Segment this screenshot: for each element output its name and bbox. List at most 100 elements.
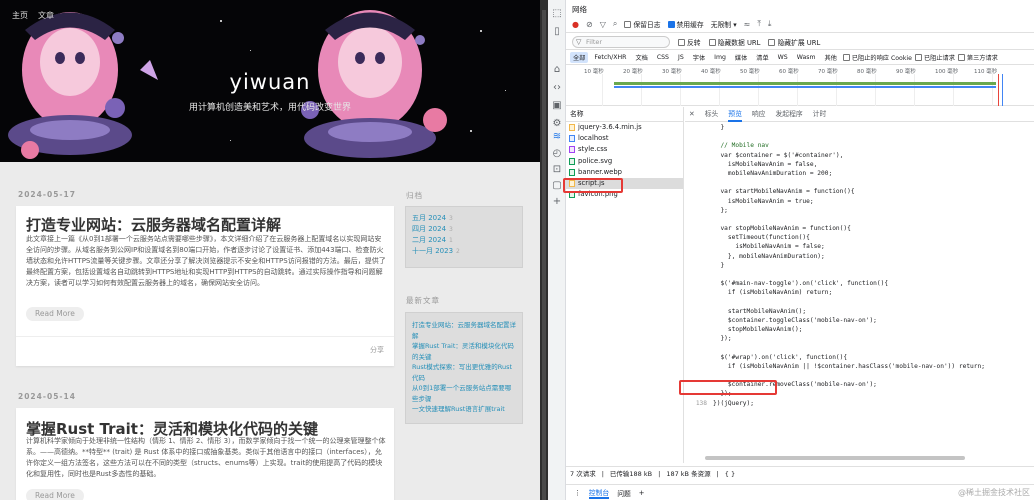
recent-post-link[interactable]: 掌握Rust Trait：灵活和模块化代码的关键 <box>412 341 516 362</box>
nav-link-home[interactable]: 主页 <box>12 10 28 21</box>
post-title[interactable]: 打造专业网站：云服务器域名配置详解 <box>26 214 281 235</box>
code-preview[interactable]: } // Mobile nav var $container = $('#con… <box>685 123 1034 455</box>
archive-link[interactable]: 四月 2024 3 <box>412 224 516 235</box>
type-filter-img[interactable]: Img <box>711 53 729 62</box>
read-more-button[interactable]: Read More <box>26 307 84 321</box>
recent-post-link[interactable]: 打造专业网站：云服务器域名配置详解 <box>412 320 516 341</box>
hide-extension-urls-checkbox[interactable]: 隐藏扩展 URL <box>768 37 820 47</box>
wifi-icon[interactable]: ≈ <box>744 20 751 29</box>
code-line: }; <box>685 206 1034 215</box>
type-filter-doc[interactable]: 文档 <box>632 52 650 63</box>
tab-initiator[interactable]: 发起程序 <box>775 107 802 122</box>
console-icon[interactable]: ▣ <box>551 100 563 112</box>
export-icon[interactable]: ⤓ <box>768 19 772 29</box>
application-icon[interactable]: ▢ <box>551 180 563 192</box>
third-party-checkbox[interactable]: 第三方请求 <box>957 53 998 62</box>
archive-label[interactable]: 四月 2024 <box>412 225 446 233</box>
recent-post-link[interactable]: 一文快速理解Rust语言扩展trait <box>412 404 516 415</box>
request-row[interactable]: style.css <box>566 144 683 155</box>
archive-label[interactable]: 十一月 2023 <box>412 247 453 255</box>
request-row[interactable]: jquery-3.6.4.min.js <box>566 122 683 133</box>
request-row[interactable]: localhost <box>566 133 683 144</box>
sources-icon[interactable]: ⚙ <box>551 118 563 130</box>
type-filter-font[interactable]: 字体 <box>690 52 708 63</box>
tab-preview[interactable]: 预览 <box>728 107 742 122</box>
archive-widget: 五月 2024 3 四月 2024 3 二月 2024 1 十一月 2023 2 <box>405 206 523 268</box>
record-icon[interactable]: ● <box>572 20 579 29</box>
recent-post-link[interactable]: Rust模式探索：写出更优雅的Rust代码 <box>412 362 516 383</box>
checkbox-icon[interactable] <box>842 54 850 61</box>
type-filter-ws[interactable]: WS <box>775 53 791 62</box>
name-column-header[interactable]: 名称 <box>566 107 683 122</box>
tab-response[interactable]: 响应 <box>752 107 766 122</box>
recent-post-link[interactable]: 从0到1部署一个云服务站点需要哪些步骤 <box>412 383 516 404</box>
archive-link[interactable]: 十一月 2023 2 <box>412 246 516 257</box>
read-more-button[interactable]: Read More <box>26 489 84 500</box>
device-toolbar-icon[interactable]: ▯ <box>551 26 563 38</box>
checkbox-checked-icon[interactable] <box>667 21 675 28</box>
blocked-requests-checkbox[interactable]: 已阻止请求 <box>914 53 955 62</box>
preserve-log-checkbox[interactable]: 保留日志 <box>624 19 661 29</box>
checkbox-icon[interactable] <box>624 21 632 28</box>
filter-input[interactable]: ▽ Filter <box>572 35 670 48</box>
drawer-menu-icon[interactable]: ⋮ <box>574 489 581 497</box>
type-filter-js[interactable]: JS <box>675 53 687 62</box>
performance-icon[interactable]: ◴ <box>551 148 563 160</box>
type-filter-fetch[interactable]: Fetch/XHR <box>591 53 629 62</box>
checkbox-icon[interactable] <box>914 54 922 61</box>
site-title[interactable]: yiwuan <box>0 70 540 94</box>
request-row[interactable]: police.svg <box>566 156 683 167</box>
timeline-tick-label: 90 毫秒 <box>896 69 916 75</box>
type-filter-manifest[interactable]: 清单 <box>753 52 771 63</box>
add-tab-button[interactable]: + <box>639 489 645 497</box>
search-icon[interactable]: ⌕ <box>613 19 617 29</box>
tab-timing[interactable]: 计时 <box>813 107 827 122</box>
timeline-gridline <box>875 74 876 106</box>
type-filter-wasm[interactable]: Wasm <box>794 53 819 62</box>
clear-icon[interactable]: ⊘ <box>586 20 593 29</box>
request-name: banner.webp <box>578 167 622 176</box>
timeline-waterfall-bar <box>614 86 996 88</box>
network-icon[interactable]: ≋ <box>551 131 563 143</box>
timeline-waterfall-bar <box>614 82 996 85</box>
type-filter-media[interactable]: 媒体 <box>732 52 750 63</box>
home-icon[interactable]: ⌂ <box>551 64 563 76</box>
archive-link[interactable]: 二月 2024 1 <box>412 235 516 246</box>
type-filter-other[interactable]: 其他 <box>821 52 839 63</box>
share-link[interactable]: 分享 <box>370 345 384 355</box>
network-timeline-overview[interactable]: 10 毫秒 20 毫秒 30 毫秒 40 毫秒 50 毫秒 60 毫秒 70 毫秒 80 毫秒… <box>566 66 1034 106</box>
blog-scrollbar[interactable] <box>542 10 546 500</box>
type-filter-all[interactable]: 全部 <box>570 52 589 63</box>
tab-console[interactable]: 控制台 <box>588 487 610 499</box>
request-detail-pane: ✕ 标头 预览 响应 发起程序 计时 } // Mobile nav var $… <box>679 107 1034 463</box>
pretty-print-button[interactable]: { } <box>725 467 735 480</box>
more-tools-icon[interactable]: + <box>551 196 563 208</box>
filter-funnel-icon[interactable]: ▽ <box>600 20 606 29</box>
horizontal-scrollbar[interactable] <box>705 456 965 460</box>
tab-issues[interactable]: 问题 <box>617 488 631 498</box>
archive-label[interactable]: 五月 2024 <box>412 214 446 222</box>
request-row[interactable]: banner.webp <box>566 167 683 178</box>
type-filter-css[interactable]: CSS <box>654 53 672 62</box>
checkbox-icon[interactable] <box>768 38 776 46</box>
close-icon[interactable]: ✕ <box>689 107 695 122</box>
code-line: // Mobile nav <box>685 141 1034 150</box>
elements-icon[interactable]: ‹› <box>551 82 563 94</box>
code-text: }, mobileNavAnimDuration); <box>713 252 825 260</box>
checkbox-icon[interactable] <box>957 54 965 61</box>
inspect-icon[interactable]: ⬚ <box>551 8 563 20</box>
import-icon[interactable]: ⤒ <box>757 19 761 29</box>
checkbox-icon[interactable] <box>708 38 716 46</box>
hide-data-urls-checkbox[interactable]: 隐藏数据 URL <box>708 37 760 47</box>
nav-link-articles[interactable]: 文章 <box>38 10 54 21</box>
blocked-cookies-checkbox[interactable]: 已阻止的响应 Cookie <box>842 53 912 62</box>
memory-icon[interactable]: ⊡ <box>551 164 563 176</box>
load-event-marker <box>998 74 999 106</box>
archive-label[interactable]: 二月 2024 <box>412 236 446 244</box>
archive-link[interactable]: 五月 2024 3 <box>412 213 516 224</box>
throttling-select[interactable]: 无限制 ▾ <box>711 19 737 29</box>
checkbox-icon[interactable] <box>678 38 685 46</box>
tab-headers[interactable]: 标头 <box>705 107 719 122</box>
invert-checkbox[interactable]: 反转 <box>678 37 701 47</box>
disable-cache-checkbox[interactable]: 禁用缓存 <box>667 19 704 29</box>
